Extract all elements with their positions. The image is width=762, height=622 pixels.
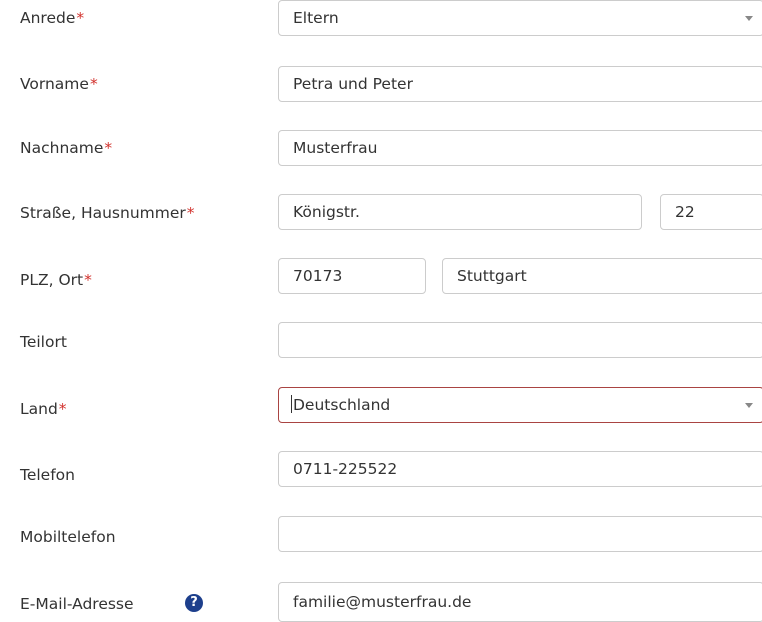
land-label: Land* xyxy=(20,400,67,418)
telefon-label: Telefon xyxy=(20,466,75,484)
plz-ort-label: PLZ, Ort* xyxy=(20,271,92,289)
anrede-select[interactable]: Eltern xyxy=(278,0,762,36)
required-star: * xyxy=(84,271,92,289)
strasse-input[interactable]: Königstr. xyxy=(278,194,642,230)
telefon-input[interactable]: 0711-225522 xyxy=(278,451,762,487)
question-circle-icon[interactable]: ? xyxy=(185,594,203,612)
hausnummer-input[interactable]: 22 xyxy=(660,194,762,230)
teilort-label: Teilort xyxy=(20,333,67,351)
required-star: * xyxy=(76,9,85,27)
email-input[interactable]: familie@musterfrau.de xyxy=(278,582,762,622)
plz-input[interactable]: 70173 xyxy=(278,258,426,294)
email-label: E-Mail-Adresse xyxy=(20,595,134,613)
required-star: * xyxy=(186,204,195,222)
required-star: * xyxy=(104,139,113,157)
vorname-input[interactable]: Petra und Peter xyxy=(278,66,762,102)
teilort-input[interactable] xyxy=(278,322,762,358)
land-select[interactable]: Deutschland xyxy=(278,387,762,423)
anrede-label: Anrede* xyxy=(20,9,85,27)
required-star: * xyxy=(89,75,98,93)
mobiltelefon-input[interactable] xyxy=(278,516,762,552)
strasse-label: Straße, Hausnummer* xyxy=(20,204,195,222)
text-cursor xyxy=(291,395,292,413)
nachname-input[interactable]: Musterfrau xyxy=(278,130,762,166)
chevron-down-icon xyxy=(745,16,753,21)
mobiltelefon-label: Mobiltelefon xyxy=(20,528,116,546)
chevron-down-icon xyxy=(745,403,753,408)
nachname-label: Nachname* xyxy=(20,139,113,157)
ort-input[interactable]: Stuttgart xyxy=(442,258,762,294)
vorname-label: Vorname* xyxy=(20,75,98,93)
required-star: * xyxy=(58,400,67,418)
